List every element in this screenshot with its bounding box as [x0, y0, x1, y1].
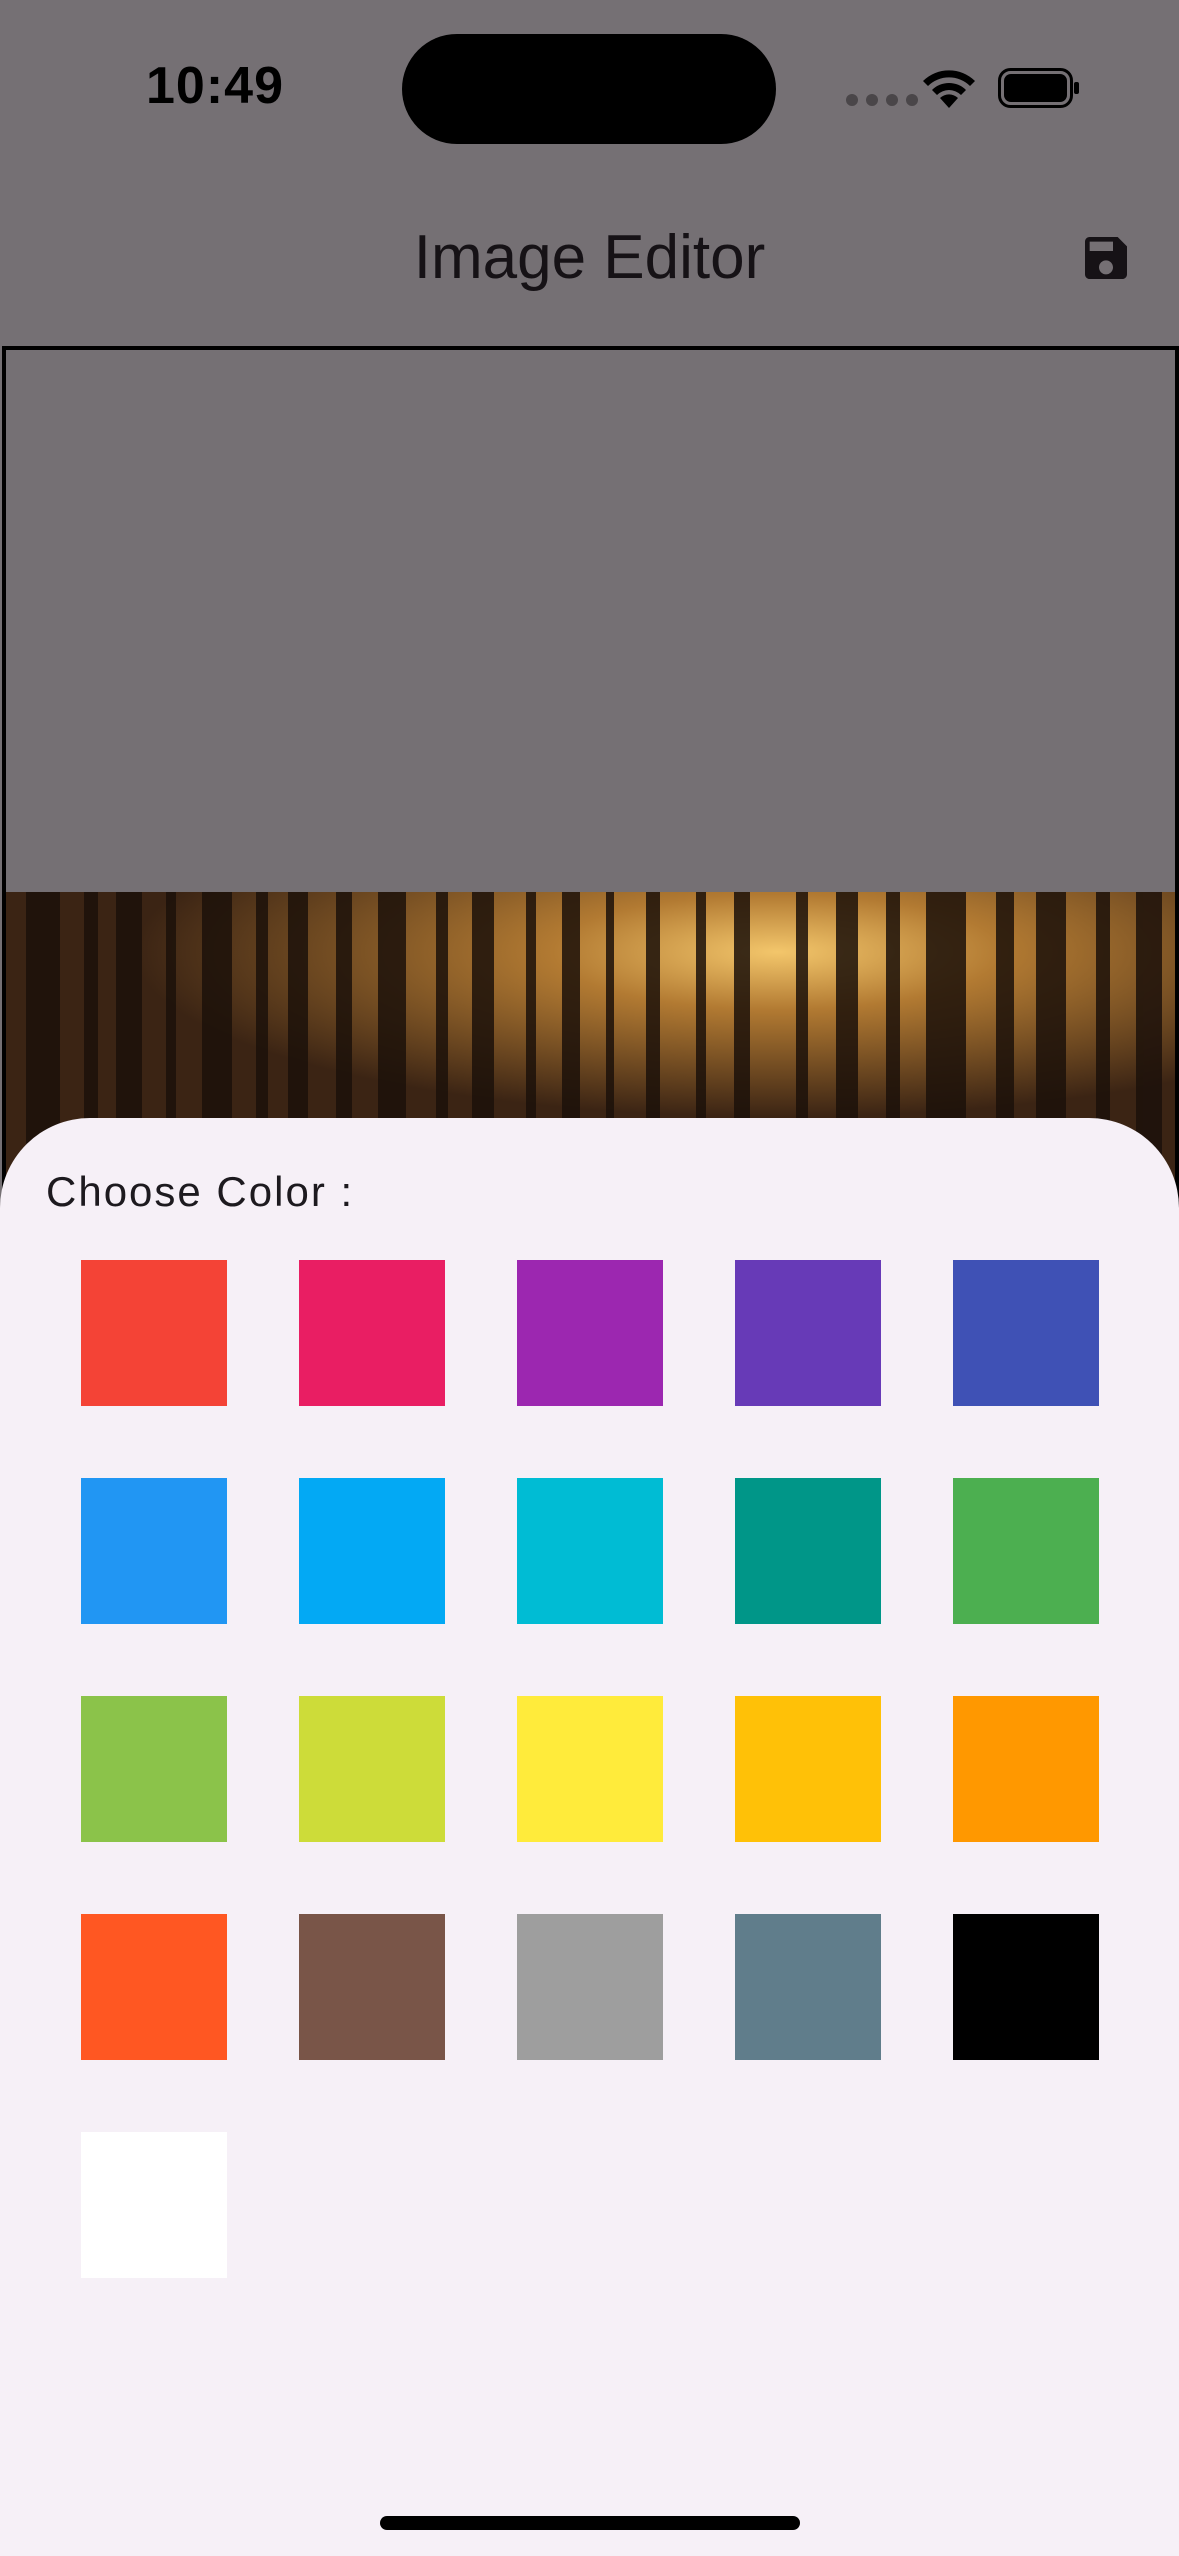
save-icon[interactable]: [1078, 230, 1134, 286]
color-swatch[interactable]: [299, 1696, 445, 1842]
color-swatch[interactable]: [81, 1696, 227, 1842]
color-swatch[interactable]: [299, 1260, 445, 1406]
color-swatch[interactable]: [735, 1260, 881, 1406]
color-swatch[interactable]: [517, 1696, 663, 1842]
status-time: 10:49: [146, 57, 284, 115]
color-swatch[interactable]: [517, 1478, 663, 1624]
home-indicator: [380, 2516, 800, 2530]
battery-icon: [998, 68, 1079, 108]
cellular-signal-icon: [846, 94, 918, 106]
sheet-title: Choose Color :: [46, 1168, 355, 1215]
color-picker-sheet: Choose Color :: [0, 1118, 1179, 2556]
color-swatch[interactable]: [299, 1914, 445, 2060]
color-swatch[interactable]: [735, 1696, 881, 1842]
color-swatch[interactable]: [81, 1260, 227, 1406]
color-swatch[interactable]: [517, 1260, 663, 1406]
color-swatch[interactable]: [953, 1478, 1099, 1624]
wifi-icon: [923, 70, 975, 108]
color-swatch[interactable]: [299, 1478, 445, 1624]
color-swatch[interactable]: [81, 1914, 227, 2060]
color-swatch[interactable]: [953, 1260, 1099, 1406]
dynamic-island: [402, 34, 776, 144]
color-swatch[interactable]: [953, 1914, 1099, 2060]
color-swatch[interactable]: [735, 1478, 881, 1624]
page-title: Image Editor: [413, 223, 766, 292]
color-swatch[interactable]: [81, 1478, 227, 1624]
color-swatch[interactable]: [953, 1696, 1099, 1842]
color-swatch[interactable]: [81, 2132, 227, 2278]
color-swatch[interactable]: [517, 1914, 663, 2060]
color-swatch[interactable]: [735, 1914, 881, 2060]
